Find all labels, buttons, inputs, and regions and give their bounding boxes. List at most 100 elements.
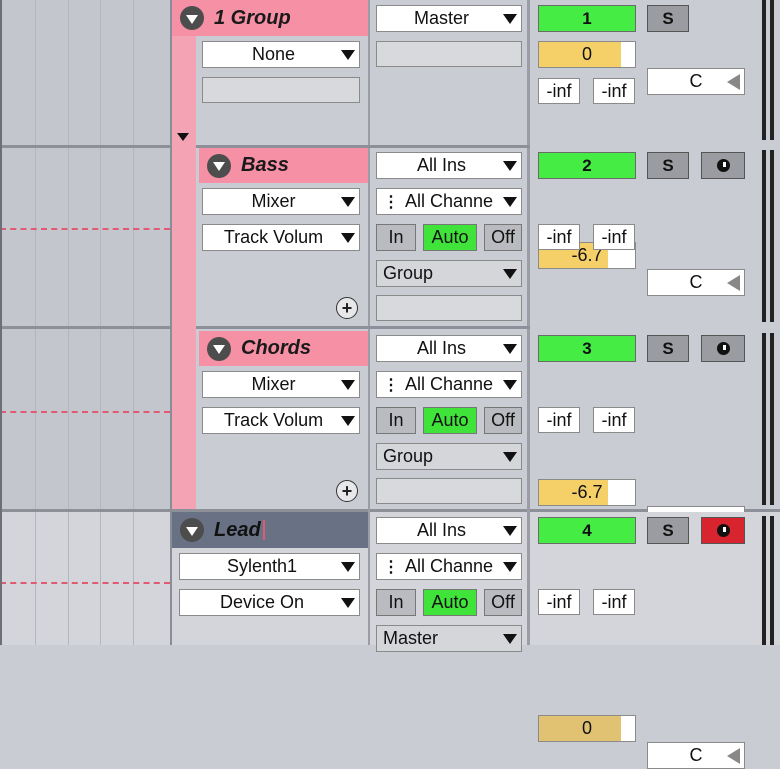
arm-record-icon (716, 159, 730, 172)
arm-record-icon (716, 342, 730, 355)
monitor-off-button[interactable]: Off (484, 589, 522, 616)
dropdown-arrow-icon (503, 196, 517, 207)
arm-button[interactable] (701, 335, 745, 362)
dropdown-arrow-icon (503, 633, 517, 644)
solo-button[interactable]: S (647, 152, 689, 179)
audio-from-chooser[interactable]: All Ins (376, 152, 522, 179)
device-chooser[interactable]: Mixer (202, 371, 360, 398)
dropdown-arrow-icon (503, 379, 517, 390)
arrangement-lane-lead[interactable] (0, 512, 170, 645)
peak-level-right[interactable]: -inf (593, 407, 635, 433)
audio-to-chooser[interactable]: Group (376, 443, 522, 470)
group-fold-icon[interactable] (177, 133, 189, 141)
device-chooser[interactable]: None (202, 41, 360, 68)
arm-record-icon (716, 524, 730, 537)
audio-from-chooser[interactable]: All Ins (376, 517, 522, 544)
pan-control[interactable]: C (647, 269, 745, 296)
monitor-auto-button[interactable]: Auto (423, 589, 477, 616)
dropdown-arrow-icon (341, 415, 355, 426)
track-header-bass[interactable]: Bass (199, 148, 368, 183)
track-activator[interactable]: 1 (538, 5, 636, 32)
peak-level-left[interactable]: -inf (538, 224, 580, 250)
level-meter (762, 516, 766, 645)
monitor-in-button[interactable]: In (376, 589, 416, 616)
audio-to-chooser[interactable]: Master (376, 5, 522, 32)
audio-from-chooser[interactable]: All Ins (376, 335, 522, 362)
channel-chooser[interactable]: ⋮ All Channe (376, 553, 522, 580)
dropdown-arrow-icon (341, 49, 355, 60)
monitor-in-button[interactable]: In (376, 224, 416, 251)
channel-dots-icon: ⋮ (383, 558, 399, 576)
track-header-group[interactable]: 1 Group (172, 0, 368, 36)
track-activator[interactable]: 3 (538, 335, 636, 362)
level-meter (762, 333, 766, 505)
level-meter (770, 333, 774, 505)
device-chooser[interactable]: Mixer (202, 188, 360, 215)
track-header-chords[interactable]: Chords (199, 331, 368, 366)
fold-icon[interactable] (207, 153, 231, 178)
channel-chooser[interactable]: ⋮ All Channe (376, 188, 522, 215)
dropdown-arrow-icon (341, 232, 355, 243)
dropdown-arrow-icon (503, 561, 517, 572)
track-name: Chords (241, 337, 311, 359)
automation-line (0, 411, 170, 413)
audio-to-chooser[interactable]: Group (376, 260, 522, 287)
param-chooser[interactable]: Track Volum (202, 224, 360, 251)
add-lane-button[interactable]: + (336, 480, 358, 502)
fold-icon[interactable] (180, 518, 204, 542)
param-chooser[interactable]: Track Volum (202, 407, 360, 434)
arm-button[interactable] (701, 517, 745, 544)
monitor-in-button[interactable]: In (376, 407, 416, 434)
solo-button[interactable]: S (647, 335, 689, 362)
pan-triangle-icon (727, 73, 740, 90)
monitor-auto-button[interactable]: Auto (423, 407, 477, 434)
level-meter (770, 516, 774, 645)
peak-level-left[interactable]: -inf (538, 589, 580, 615)
track-activator[interactable]: 4 (538, 517, 636, 544)
dropdown-arrow-icon (503, 13, 517, 24)
volume-slider[interactable]: 0 (538, 715, 636, 742)
arm-button[interactable] (701, 152, 745, 179)
peak-level-left[interactable]: -inf (538, 78, 580, 104)
monitor-off-button[interactable]: Off (484, 407, 522, 434)
peak-level-right[interactable]: -inf (593, 224, 635, 250)
peak-level-right[interactable]: -inf (593, 78, 635, 104)
monitor-off-button[interactable]: Off (484, 224, 522, 251)
peak-level-left[interactable]: -inf (538, 407, 580, 433)
pan-control[interactable]: C (647, 742, 745, 769)
channel-chooser[interactable]: ⋮ All Channe (376, 371, 522, 398)
level-meter (762, 0, 766, 140)
automation-line (0, 582, 170, 584)
level-meter (770, 0, 774, 140)
solo-button[interactable]: S (647, 517, 689, 544)
peak-level-right[interactable]: -inf (593, 589, 635, 615)
level-meter (770, 150, 774, 322)
fold-icon[interactable] (207, 336, 231, 361)
channel-dots-icon: ⋮ (383, 193, 399, 211)
param-chooser-empty[interactable] (202, 77, 360, 103)
dropdown-arrow-icon (341, 561, 355, 572)
solo-button[interactable]: S (647, 5, 689, 32)
audio-to-sub-chooser[interactable] (376, 478, 522, 504)
add-plus-icon: + (341, 481, 353, 501)
add-lane-button[interactable]: + (336, 297, 358, 319)
monitor-auto-button[interactable]: Auto (423, 224, 477, 251)
pan-control[interactable]: C (647, 68, 745, 95)
track-name: Bass (241, 154, 289, 176)
arrangement-lane-chords[interactable] (0, 329, 170, 509)
volume-slider[interactable]: -6.7 (538, 479, 636, 506)
param-chooser[interactable]: Device On (179, 589, 360, 616)
dropdown-arrow-icon (503, 525, 517, 536)
arrangement-lane-bass[interactable] (0, 148, 170, 326)
fold-icon[interactable] (180, 6, 204, 30)
audio-to-sub-chooser[interactable] (376, 295, 522, 321)
device-chooser[interactable]: Sylenth1 (179, 553, 360, 580)
arrangement-lane-group[interactable] (0, 0, 170, 145)
audio-to-chooser[interactable]: Master (376, 625, 522, 652)
audio-to-sub-chooser[interactable] (376, 41, 522, 67)
track-activator[interactable]: 2 (538, 152, 636, 179)
volume-slider[interactable]: 0 (538, 41, 636, 68)
track-header-lead[interactable]: Lead (172, 512, 368, 548)
automation-line (0, 228, 170, 230)
level-meter (762, 150, 766, 322)
